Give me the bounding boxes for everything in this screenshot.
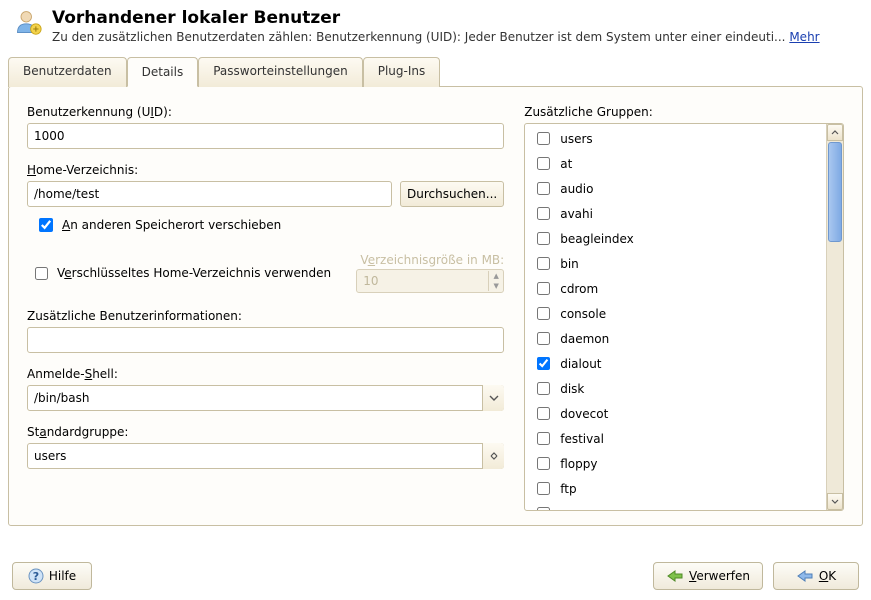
stdgroup-select[interactable] bbox=[27, 443, 504, 469]
group-name: beagleindex bbox=[560, 232, 634, 246]
tab-bar: Benutzerdaten Details Passworteinstellun… bbox=[8, 56, 863, 86]
group-item[interactable]: console bbox=[525, 301, 826, 326]
help-button[interactable]: ? Hilfe bbox=[12, 562, 92, 590]
tab-details[interactable]: Details bbox=[127, 57, 199, 87]
group-checkbox[interactable] bbox=[537, 207, 550, 220]
arrow-left-blue-icon bbox=[796, 569, 814, 583]
home-label: Home-Verzeichnis: bbox=[27, 163, 504, 177]
dialog-header: Vorhandener lokaler Benutzer Zu den zusä… bbox=[0, 0, 871, 48]
group-name: bin bbox=[560, 257, 579, 271]
group-checkbox[interactable] bbox=[537, 432, 550, 445]
group-checkbox[interactable] bbox=[537, 407, 550, 420]
group-checkbox[interactable] bbox=[537, 382, 550, 395]
scroll-up-button[interactable] bbox=[827, 124, 843, 141]
dialog-subtitle: Zu den zusätzlichen Benutzerdaten zählen… bbox=[52, 30, 820, 44]
more-link[interactable]: Mehr bbox=[789, 30, 819, 44]
spinner-down: ▼ bbox=[489, 281, 503, 291]
help-icon: ? bbox=[28, 568, 44, 584]
group-name: festival bbox=[560, 432, 604, 446]
group-item[interactable]: avahi bbox=[525, 201, 826, 226]
enc-size-input bbox=[357, 274, 488, 288]
group-checkbox[interactable] bbox=[537, 182, 550, 195]
group-name: avahi bbox=[560, 207, 593, 221]
scrollbar[interactable] bbox=[826, 124, 843, 510]
enc-size-spinner: ▲ ▼ bbox=[356, 269, 504, 293]
group-item[interactable]: ftp bbox=[525, 476, 826, 501]
group-item[interactable]: beagleindex bbox=[525, 226, 826, 251]
enc-size-label: Verzeichnisgröße in MB: bbox=[356, 253, 504, 267]
group-checkbox[interactable] bbox=[537, 307, 550, 320]
arrow-left-green-icon bbox=[666, 569, 684, 583]
group-item[interactable]: daemon bbox=[525, 326, 826, 351]
tab-panel-details: Benutzerkennung (UID): Home-Verzeichnis:… bbox=[8, 86, 863, 526]
encrypt-home-checkbox[interactable] bbox=[35, 267, 48, 280]
group-checkbox[interactable] bbox=[537, 482, 550, 495]
group-item[interactable]: disk bbox=[525, 376, 826, 401]
move-home-label: An anderen Speicherort verschieben bbox=[62, 218, 281, 232]
group-item[interactable]: users bbox=[525, 126, 826, 151]
group-checkbox[interactable] bbox=[537, 282, 550, 295]
discard-button[interactable]: Verwerfen bbox=[653, 562, 763, 590]
group-item[interactable]: dialout bbox=[525, 351, 826, 376]
group-name: disk bbox=[560, 382, 584, 396]
groups-label: Zusätzliche Gruppen: bbox=[524, 105, 844, 119]
spinner-up: ▲ bbox=[489, 271, 503, 281]
group-name: users bbox=[560, 132, 592, 146]
group-checkbox[interactable] bbox=[537, 457, 550, 470]
group-item[interactable]: floppy bbox=[525, 451, 826, 476]
group-checkbox[interactable] bbox=[537, 232, 550, 245]
group-name: ftp bbox=[560, 482, 576, 496]
home-input[interactable] bbox=[27, 181, 392, 207]
addinfo-input[interactable] bbox=[27, 327, 504, 353]
group-checkbox[interactable] bbox=[537, 157, 550, 170]
group-name: audio bbox=[560, 182, 593, 196]
addinfo-label: Zusätzliche Benutzerinformationen: bbox=[27, 309, 504, 323]
group-name: games bbox=[560, 507, 600, 511]
groups-list[interactable]: users at audio avahi beagleindex bin cdrom cons… bbox=[525, 124, 826, 510]
group-item[interactable]: dovecot bbox=[525, 401, 826, 426]
scroll-thumb[interactable] bbox=[828, 142, 842, 242]
move-home-checkbox[interactable] bbox=[39, 218, 53, 232]
group-name: at bbox=[560, 157, 572, 171]
browse-button[interactable]: Durchsuchen... bbox=[400, 181, 504, 207]
encrypt-home-label: Verschlüsseltes Home-Verzeichnis verwend… bbox=[57, 266, 331, 280]
group-item[interactable]: cdrom bbox=[525, 276, 826, 301]
group-checkbox[interactable] bbox=[537, 132, 550, 145]
uid-label: Benutzerkennung (UID): bbox=[27, 105, 504, 119]
dialog-title: Vorhandener lokaler Benutzer bbox=[52, 8, 820, 28]
group-checkbox[interactable] bbox=[537, 507, 550, 510]
user-icon bbox=[14, 8, 42, 36]
uid-input[interactable] bbox=[27, 123, 504, 149]
tab-user-data[interactable]: Benutzerdaten bbox=[8, 57, 127, 87]
group-checkbox[interactable] bbox=[537, 332, 550, 345]
group-checkbox[interactable] bbox=[537, 257, 550, 270]
ok-button[interactable]: OK bbox=[773, 562, 859, 590]
group-name: cdrom bbox=[560, 282, 598, 296]
group-item[interactable]: games bbox=[525, 501, 826, 510]
svg-text:?: ? bbox=[33, 570, 39, 583]
group-name: dovecot bbox=[560, 407, 608, 421]
tab-plugins[interactable]: Plug-Ins bbox=[363, 57, 441, 87]
group-item[interactable]: festival bbox=[525, 426, 826, 451]
group-name: dialout bbox=[560, 357, 601, 371]
group-item[interactable]: at bbox=[525, 151, 826, 176]
group-name: floppy bbox=[560, 457, 597, 471]
group-checkbox[interactable] bbox=[537, 357, 550, 370]
group-item[interactable]: bin bbox=[525, 251, 826, 276]
shell-label: Anmelde-Shell: bbox=[27, 367, 504, 381]
shell-combobox[interactable] bbox=[27, 385, 504, 411]
tab-password[interactable]: Passworteinstellungen bbox=[198, 57, 363, 87]
group-name: console bbox=[560, 307, 606, 321]
scroll-down-button[interactable] bbox=[827, 493, 843, 510]
group-item[interactable]: audio bbox=[525, 176, 826, 201]
stdgroup-label: Standardgruppe: bbox=[27, 425, 504, 439]
group-name: daemon bbox=[560, 332, 609, 346]
dialog-footer: ? Hilfe Verwerfen OK bbox=[0, 554, 871, 600]
